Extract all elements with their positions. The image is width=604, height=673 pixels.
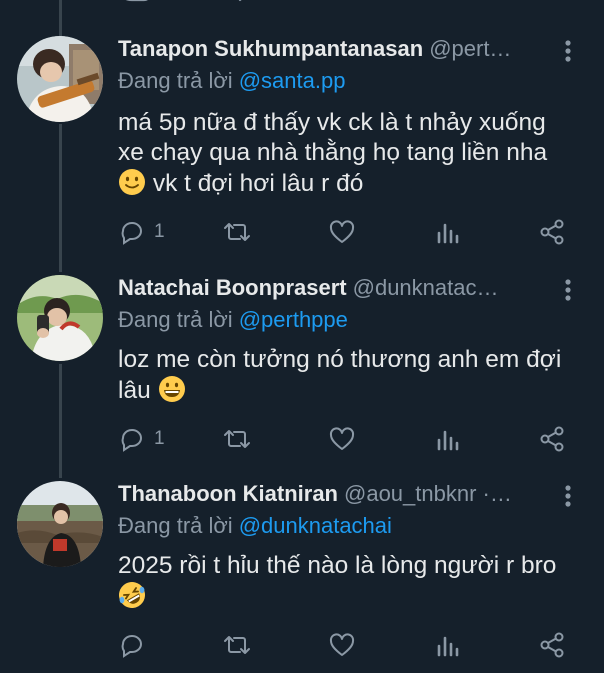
username[interactable]: @aou_tnbknr ·…	[344, 481, 512, 506]
tweet-text-line	[118, 581, 588, 612]
display-name[interactable]: Tanapon Sukhumpantanasan	[118, 36, 423, 61]
views-button[interactable]	[434, 631, 460, 659]
replying-to: Đang trả lời @santa.pp	[118, 68, 345, 94]
heart-icon	[329, 220, 355, 243]
retweet-icon	[224, 223, 250, 241]
like-button[interactable]	[328, 631, 356, 659]
views-button[interactable]	[434, 218, 460, 246]
replying-to: Đang trả lời @dunknatachai	[118, 513, 392, 539]
reply-button[interactable]: 1	[118, 218, 165, 246]
retweet-icon	[224, 636, 250, 654]
avatar[interactable]	[17, 481, 103, 567]
replying-to: Đang trả lời @perthppe	[118, 307, 348, 333]
tweet-header: Thanaboon Kiatniran @aou_tnbknr ·…	[118, 481, 512, 511]
tweet[interactable]: Thanaboon Kiatniran @aou_tnbknr ·… Đang t…	[0, 481, 604, 673]
display-name[interactable]: Thanaboon Kiatniran	[118, 481, 338, 506]
tweet-text: loz me còn tưởng nó thương anh em đợi lâ…	[118, 345, 588, 406]
tweet[interactable]: Tanapon Sukhumpantanasan @pert… Đang trả …	[0, 36, 604, 256]
tweet-text-line: vk t đợi hơi lâu r đó	[118, 168, 588, 199]
tweet-text-line: xe chạy qua nhà thằng họ tang liền nha	[118, 139, 548, 166]
rolling-on-floor-laughing-emoji	[118, 581, 146, 609]
tweet-header: Tanapon Sukhumpantanasan @pert…	[118, 36, 511, 66]
reply-button[interactable]	[118, 631, 154, 659]
share-button[interactable]	[538, 218, 566, 246]
slightly-smiling-face-emoji	[118, 168, 146, 196]
previous-tweet-actions	[0, 0, 604, 12]
share-icon	[540, 426, 564, 452]
avatar[interactable]	[17, 36, 103, 122]
tweet-text-line: loz me còn tưởng nó thương anh em đợi	[118, 346, 562, 373]
tweet-actions	[118, 631, 574, 659]
tweet-text-line: má 5p nữa đ thấy vk ck là t nhảy xuống	[118, 109, 546, 136]
retweet-button[interactable]	[222, 425, 252, 453]
replying-to-label: Đang trả lời	[118, 68, 233, 93]
analytics-icon	[437, 636, 459, 657]
tweet-actions: 1	[118, 218, 574, 246]
replying-to-label: Đang trả lời	[118, 307, 233, 332]
analytics-icon	[437, 430, 459, 451]
tweet-text-line: 2025 rồi t hỉu thế nào là lòng người r b…	[118, 552, 557, 579]
share-icon	[540, 632, 564, 658]
analytics-icon	[437, 223, 459, 244]
like-button[interactable]	[328, 218, 356, 246]
retweet-button[interactable]	[222, 631, 252, 659]
reply-icon	[121, 635, 142, 658]
tweet-actions: 1	[118, 425, 574, 453]
username[interactable]: @dunknatac…	[353, 275, 499, 300]
grinning-face-emoji	[158, 375, 186, 403]
mention-link[interactable]: @dunknatachai	[239, 513, 392, 538]
reply-icon	[121, 429, 142, 452]
reply-count: 1	[154, 221, 165, 242]
heart-icon	[329, 427, 355, 450]
display-name[interactable]: Natachai Boonprasert	[118, 275, 347, 300]
retweet-icon	[224, 430, 250, 448]
tweet-text-fragment: vk t đợi hơi lâu r đó	[152, 170, 364, 197]
mention-link[interactable]: @santa.pp	[239, 68, 346, 93]
share-button[interactable]	[538, 425, 566, 453]
heart-icon	[329, 633, 355, 656]
tweet-text: 2025 rồi t hỉu thế nào là lòng người r b…	[118, 551, 588, 612]
more-options-icon[interactable]	[556, 38, 580, 64]
avatar[interactable]	[17, 275, 103, 361]
like-button[interactable]	[328, 425, 356, 453]
tweet-text-fragment: lâu	[118, 377, 151, 404]
tweet-header: Natachai Boonprasert @dunknatac…	[118, 275, 498, 305]
tweet-text-line: lâu	[118, 375, 588, 406]
replying-to-label: Đang trả lời	[118, 513, 233, 538]
tweet-text: má 5p nữa đ thấy vk ck là t nhảy xuống x…	[118, 108, 588, 199]
tweet[interactable]: Natachai Boonprasert @dunknatac… Đang trả…	[0, 275, 604, 475]
more-options-icon[interactable]	[556, 483, 580, 509]
share-icon	[540, 219, 564, 245]
retweet-button[interactable]	[222, 218, 252, 246]
share-button[interactable]	[538, 631, 566, 659]
reply-icon	[121, 222, 142, 245]
reply-button[interactable]: 1	[118, 425, 165, 453]
views-button[interactable]	[434, 425, 460, 453]
more-options-icon[interactable]	[556, 277, 580, 303]
username[interactable]: @pert…	[429, 36, 511, 61]
mention-link[interactable]: @perthppe	[239, 307, 348, 332]
reply-count: 1	[154, 428, 165, 449]
